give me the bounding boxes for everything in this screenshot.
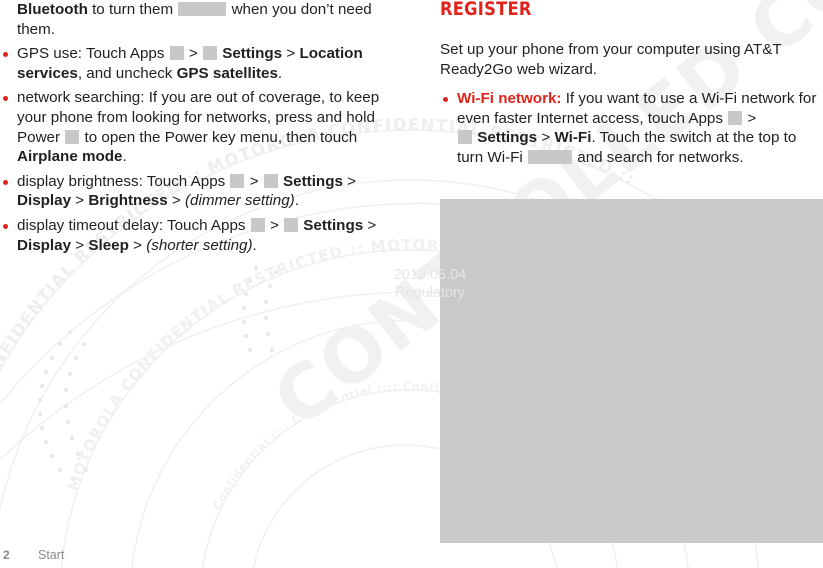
bright-seg-5: > — [342, 172, 357, 190]
timeout-seg-10: (shorter setting) — [146, 236, 253, 254]
timeout-seg-8: Sleep — [88, 236, 129, 254]
right-column: REGISTER Set up your phone from your com… — [440, 0, 823, 168]
timeout-seg-9: > — [128, 236, 147, 254]
bright-seg-8: Brightness — [88, 192, 168, 210]
page-footer: 2 Start — [0, 544, 823, 568]
net-seg-4: . — [122, 148, 127, 166]
settings-icon-placeholder — [284, 217, 299, 232]
power-key-icon-placeholder — [65, 129, 80, 144]
list-item-gps-use: GPS use: Touch Apps > Settings > Locatio… — [0, 44, 392, 83]
gps-seg-2: > — [184, 45, 202, 63]
toggle-off-placeholder-icon — [178, 2, 227, 16]
settings-icon-placeholder — [203, 46, 217, 61]
settings-icon-placeholder — [458, 130, 472, 145]
timeout-seg-2: > — [265, 216, 284, 234]
wifi-seg-2: > — [743, 109, 757, 127]
bright-seg-2: > — [245, 172, 263, 190]
timeout-seg-7: > — [71, 236, 89, 254]
net-seg-2: to open the Power key menu, then touch — [80, 128, 358, 146]
left-column: Bluetooth to turn them when you don’t ne… — [0, 0, 392, 255]
wifi-seg-5: Settings — [473, 129, 538, 147]
gps-seg-4: Settings — [218, 45, 283, 63]
list-item-bluetooth-continued: Bluetooth to turn them when you don’t ne… — [0, 0, 392, 39]
gps-seg-5: > — [282, 45, 300, 63]
timeout-seg-4: Settings — [299, 216, 364, 234]
register-intro-paragraph: Set up your phone from your computer usi… — [440, 41, 782, 78]
apps-icon-placeholder — [250, 217, 265, 232]
right-column-list: Wi-Fi network: If you want to use a Wi-F… — [440, 89, 823, 167]
wifi-lead-label: Wi-Fi network: — [457, 90, 562, 108]
bright-seg-10: (dimmer setting) — [184, 192, 295, 210]
wifi-seg-7: Wi-Fi — [554, 129, 592, 147]
bright-seg-7: > — [71, 192, 89, 210]
timeout-seg-6: Display — [17, 236, 72, 254]
gps-seg-7: , and uncheck — [77, 64, 177, 82]
gps-seg-8: GPS satellites — [176, 64, 278, 82]
left-column-list: Bluetooth to turn them when you don’t ne… — [0, 0, 392, 255]
list-item-network-searching: network searching: If you are out of cov… — [0, 88, 392, 166]
bluetooth-bold-lead: Bluetooth — [17, 1, 88, 18]
gps-seg-0: GPS use: Touch Apps — [17, 45, 169, 63]
apps-icon-placeholder — [728, 110, 743, 125]
settings-icon-placeholder — [263, 173, 278, 188]
footer-section-label: Start — [38, 548, 65, 562]
page-title-register: REGISTER — [440, 0, 532, 20]
list-item-display-timeout-delay: display timeout delay: Touch Apps > Sett… — [0, 216, 392, 255]
wifi-seg-10: and search for networks. — [573, 148, 744, 166]
bluetooth-text-a: to turn them — [87, 1, 178, 18]
net-seg-3: Airplane mode — [17, 148, 123, 166]
timeout-seg-11: . — [252, 236, 257, 254]
bright-seg-0: display brightness: Touch Apps — [17, 172, 230, 190]
timeout-seg-0: display timeout delay: Touch Apps — [17, 216, 250, 234]
apps-icon-placeholder — [169, 46, 184, 61]
list-item-wifi-network: Wi-Fi network: If you want to use a Wi-F… — [440, 89, 823, 167]
folio-page-number: 2 — [3, 548, 10, 562]
bright-seg-6: Display — [17, 192, 72, 210]
timeout-seg-5: > — [363, 216, 377, 234]
bright-seg-9: > — [167, 192, 185, 210]
gps-seg-9: . — [277, 64, 283, 82]
apps-icon-placeholder — [230, 173, 245, 188]
list-item-display-brightness: display brightness: Touch Apps > Setting… — [0, 172, 392, 211]
bright-seg-11: . — [294, 192, 299, 210]
toggle-on-placeholder-icon — [528, 149, 573, 164]
wifi-seg-6: > — [537, 129, 555, 147]
page-content: Bluetooth to turn them when you don’t ne… — [0, 0, 823, 568]
bright-seg-4: Settings — [278, 172, 343, 190]
